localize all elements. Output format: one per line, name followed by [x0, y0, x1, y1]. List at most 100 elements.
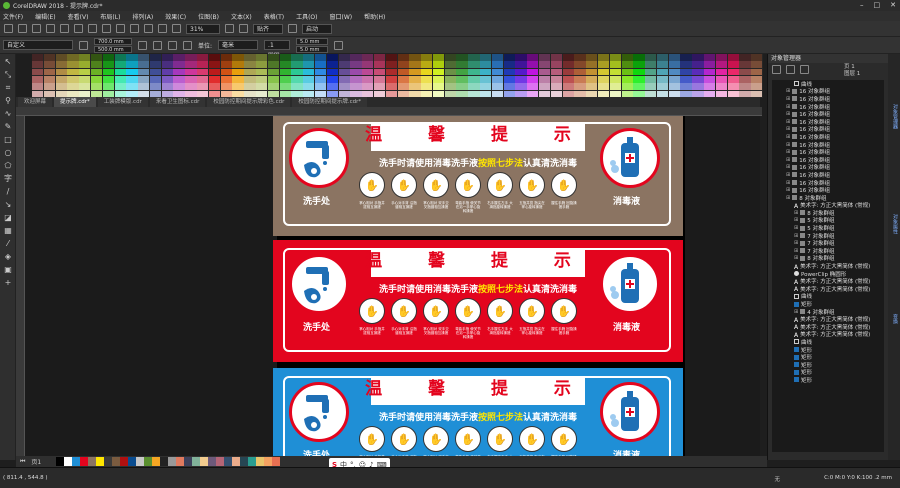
document-palette-swatch[interactable]: [184, 457, 192, 466]
palette-swatch[interactable]: [197, 61, 209, 69]
palette-swatch[interactable]: [338, 76, 350, 83]
palette-swatch[interactable]: [362, 54, 374, 61]
document-palette-swatch[interactable]: [112, 457, 120, 466]
palette-swatch[interactable]: [232, 68, 244, 76]
palette-swatch[interactable]: [173, 83, 185, 91]
tab-welcome[interactable]: 欢迎屏幕: [18, 97, 53, 107]
all-pages-icon[interactable]: [168, 40, 177, 50]
palette-swatch[interactable]: [350, 83, 362, 91]
palette-swatch[interactable]: [220, 68, 232, 76]
palette-swatch[interactable]: [645, 54, 657, 61]
palette-swatch[interactable]: [491, 76, 504, 83]
hand-wash-sign[interactable]: 温 馨 提 示洗手时请使用消毒洗手液按照七步法认真清洗消毒 洗手处 消毒液 ✋ ✋ ✋ ✋ ✋…: [273, 368, 683, 456]
new-layer-icon[interactable]: [800, 65, 809, 74]
expand-icon[interactable]: ⊞: [794, 217, 798, 223]
palette-swatch[interactable]: [480, 83, 492, 91]
palette-swatch[interactable]: [491, 54, 504, 61]
palette-swatch[interactable]: [609, 68, 621, 76]
palette-swatch[interactable]: [173, 68, 185, 76]
palette-swatch[interactable]: [574, 83, 586, 91]
palette-swatch[interactable]: [161, 54, 173, 61]
palette-swatch[interactable]: [126, 76, 138, 83]
tab-document-4[interactable]: 校园防控期间提示牌彩色.cdr: [207, 97, 291, 107]
options-gear-icon[interactable]: [288, 24, 297, 33]
expand-icon[interactable]: ⊞: [786, 195, 790, 201]
nudge-distance-input[interactable]: .1 mm: [264, 40, 291, 58]
palette-swatch[interactable]: [668, 68, 680, 76]
palette-swatch[interactable]: [314, 61, 327, 69]
expand-icon[interactable]: ⊞: [794, 210, 798, 216]
palette-swatch[interactable]: [739, 68, 751, 76]
palette-swatch[interactable]: [550, 54, 563, 61]
object-tree-item[interactable]: 矩形: [772, 369, 884, 376]
palette-swatch[interactable]: [480, 61, 492, 69]
palette-swatch[interactable]: [350, 68, 362, 76]
palette-swatch[interactable]: [668, 61, 680, 69]
palette-swatch[interactable]: [362, 61, 374, 69]
palette-swatch[interactable]: [574, 68, 586, 76]
palette-swatch[interactable]: [79, 54, 91, 61]
duplicate-y-input[interactable]: 5.0 mm: [296, 45, 329, 53]
palette-swatch[interactable]: [138, 76, 150, 83]
palette-swatch[interactable]: [373, 76, 386, 83]
palette-swatch[interactable]: [149, 83, 162, 91]
expand-icon[interactable]: ⊞: [794, 240, 798, 246]
palette-swatch[interactable]: [456, 83, 468, 91]
palette-swatch[interactable]: [562, 83, 574, 91]
palette-swatch[interactable]: [232, 54, 244, 61]
palette-swatch[interactable]: [503, 61, 515, 69]
drop-shadow-icon[interactable]: ◪: [3, 213, 13, 223]
palette-swatch[interactable]: [197, 54, 209, 61]
palette-swatch[interactable]: [704, 54, 716, 61]
grid-icon[interactable]: [239, 24, 248, 33]
expand-icon[interactable]: ⊞: [794, 225, 798, 231]
document-palette-swatch[interactable]: [240, 457, 248, 466]
palette-swatch[interactable]: [550, 76, 563, 83]
palette-swatch[interactable]: [173, 76, 185, 83]
document-palette-swatch[interactable]: [64, 457, 72, 466]
palette-swatch[interactable]: [185, 54, 197, 61]
palette-swatch[interactable]: [538, 54, 551, 61]
palette-swatch[interactable]: [373, 83, 386, 91]
palette-swatch[interactable]: [373, 61, 386, 69]
palette-swatch[interactable]: [303, 54, 315, 61]
palette-swatch[interactable]: [432, 54, 445, 61]
document-palette-swatch[interactable]: [96, 457, 104, 466]
palette-swatch[interactable]: [397, 68, 409, 76]
palette-swatch[interactable]: [727, 83, 739, 91]
palette-swatch[interactable]: [114, 68, 126, 76]
portrait-icon[interactable]: [138, 40, 147, 50]
first-page-icon[interactable]: ⏮: [20, 458, 25, 466]
palette-swatch[interactable]: [385, 83, 397, 91]
palette-swatch[interactable]: [291, 76, 303, 83]
palette-swatch[interactable]: [126, 83, 138, 91]
import-icon[interactable]: [130, 24, 139, 33]
expand-icon[interactable]: ⊞: [794, 248, 798, 254]
parallel-dimension-icon[interactable]: /: [3, 187, 13, 197]
palette-swatch[interactable]: [208, 76, 221, 83]
palette-swatch[interactable]: [668, 76, 680, 83]
palette-swatch[interactable]: [256, 76, 268, 83]
expand-icon[interactable]: ⊞: [786, 88, 790, 94]
document-palette-swatch[interactable]: [216, 457, 224, 466]
palette-swatch[interactable]: [291, 61, 303, 69]
palette-swatch[interactable]: [149, 61, 162, 69]
palette-swatch[interactable]: [43, 54, 56, 61]
palette-swatch[interactable]: [562, 76, 574, 83]
palette-swatch[interactable]: [692, 83, 704, 91]
palette-swatch[interactable]: [185, 83, 197, 91]
palette-swatch[interactable]: [102, 83, 115, 91]
palette-swatch[interactable]: [656, 83, 669, 91]
duplicate-x-input[interactable]: 5.0 mm: [296, 37, 329, 45]
palette-swatch[interactable]: [550, 61, 563, 69]
palette-swatch[interactable]: [645, 83, 657, 91]
palette-swatch[interactable]: [480, 54, 492, 61]
palette-swatch[interactable]: [279, 76, 291, 83]
palette-swatch[interactable]: [680, 83, 692, 91]
palette-swatch[interactable]: [267, 54, 280, 61]
palette-swatch[interactable]: [633, 83, 645, 91]
palette-swatch[interactable]: [538, 76, 551, 83]
palette-swatch[interactable]: [515, 61, 527, 69]
palette-swatch[interactable]: [751, 61, 763, 69]
hand-wash-sign[interactable]: 温 馨 提 示洗手时请使用消毒洗手液按照七步法认真清洗消毒 洗手处 消毒液 ✋ ✋ ✋ ✋ ✋…: [273, 240, 683, 362]
